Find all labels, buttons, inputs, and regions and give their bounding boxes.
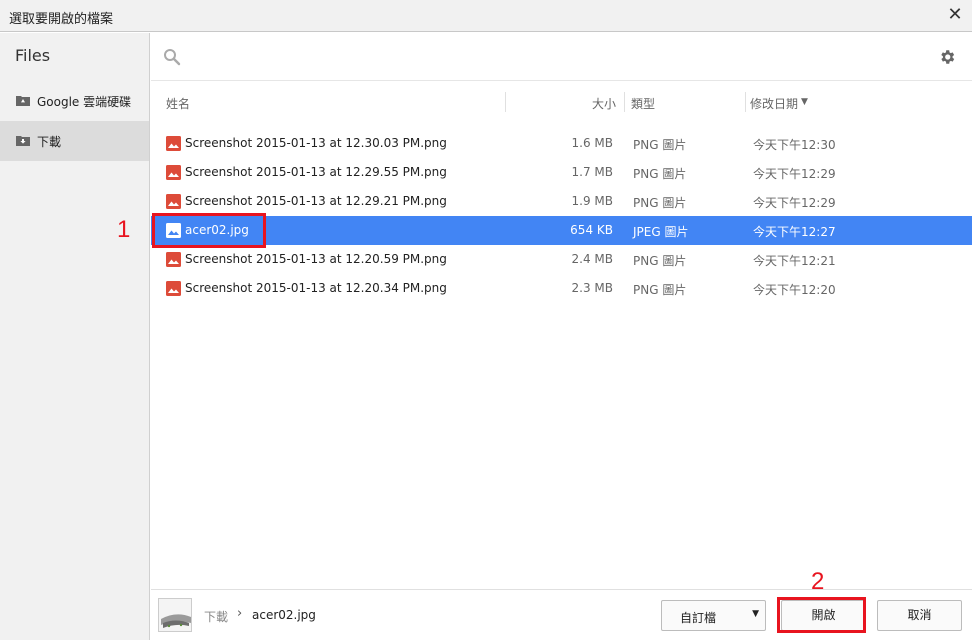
file-name: Screenshot 2015-01-13 at 12.20.59 PM.png [185, 252, 447, 266]
file-row[interactable]: Screenshot 2015-01-13 at 12.20.59 PM.png… [151, 245, 972, 274]
column-name[interactable]: 姓名 [166, 95, 190, 112]
sidebar-item-google-drive[interactable]: Google 雲端硬碟 [0, 81, 149, 121]
file-name: Screenshot 2015-01-13 at 12.30.03 PM.png [185, 136, 447, 150]
file-type: PNG 圖片 [633, 196, 687, 210]
file-row[interactable]: Screenshot 2015-01-13 at 12.30.03 PM.png… [151, 129, 972, 158]
breadcrumb-separator-icon: › [237, 606, 243, 621]
file-type: PNG 圖片 [633, 254, 687, 268]
file-date: 今天下午12:29 [753, 167, 836, 181]
image-file-icon [166, 136, 181, 151]
title-bar: 選取要開啟的檔案 ✕ [0, 0, 972, 32]
window-title: 選取要開啟的檔案 [9, 12, 114, 27]
file-type: PNG 圖片 [633, 283, 687, 297]
image-file-icon [166, 281, 181, 296]
file-size: 2.4 MB [571, 252, 613, 266]
file-type: PNG 圖片 [633, 138, 687, 152]
column-divider [624, 92, 625, 112]
sort-desc-icon: ▼ [801, 97, 808, 107]
file-size: 1.6 MB [571, 136, 613, 150]
column-divider [505, 92, 506, 112]
thumbnail-image [159, 599, 191, 631]
file-list: Screenshot 2015-01-13 at 12.30.03 PM.png… [151, 129, 972, 303]
annotation-box-2 [777, 597, 866, 633]
file-size: 654 KB [570, 223, 613, 237]
search-bar [151, 33, 972, 81]
downloads-folder-icon [16, 136, 30, 146]
file-type-filter-select[interactable]: 自訂檔 ▼ [661, 600, 766, 631]
column-size[interactable]: 大小 [592, 95, 616, 112]
file-size: 1.7 MB [571, 165, 613, 179]
annotation-marker-1: 1 [117, 216, 131, 243]
file-size: 1.9 MB [571, 194, 613, 208]
search-icon[interactable] [163, 48, 181, 66]
image-file-icon [166, 165, 181, 180]
cancel-button[interactable]: 取消 [877, 600, 962, 631]
file-date: 今天下午12:30 [753, 138, 836, 152]
breadcrumb-folder[interactable]: 下載 [204, 608, 228, 625]
file-thumbnail [158, 598, 192, 632]
file-name: Screenshot 2015-01-13 at 12.20.34 PM.png [185, 281, 447, 295]
sidebar-item-downloads[interactable]: 下載 [0, 121, 149, 161]
sidebar: Files Google 雲端硬碟 下載 [0, 33, 150, 640]
file-size: 2.3 MB [571, 281, 613, 295]
sidebar-item-label: 下載 [37, 135, 62, 149]
file-type: JPEG 圖片 [633, 225, 689, 239]
image-file-icon [166, 194, 181, 209]
file-date: 今天下午12:21 [753, 254, 836, 268]
annotation-marker-2: 2 [811, 568, 825, 595]
file-date: 今天下午12:29 [753, 196, 836, 210]
column-divider [745, 92, 746, 112]
column-header: 姓名 大小 類型 修改日期 ▼ [151, 82, 972, 122]
file-name: Screenshot 2015-01-13 at 12.29.21 PM.png [185, 194, 447, 208]
drive-icon [16, 96, 30, 106]
image-file-icon [166, 252, 181, 267]
sidebar-item-label: Google 雲端硬碟 [37, 95, 132, 109]
app-name: Files [15, 46, 51, 65]
column-date[interactable]: 修改日期 [750, 95, 798, 112]
file-row[interactable]: Screenshot 2015-01-13 at 12.29.21 PM.png… [151, 187, 972, 216]
close-icon[interactable]: ✕ [946, 6, 964, 24]
file-list-panel: 姓名 大小 類型 修改日期 ▼ Screenshot 2015-01-13 at… [151, 33, 972, 589]
chevron-down-icon: ▼ [752, 609, 759, 619]
file-row-selected[interactable]: acer02.jpg 654 KB JPEG 圖片 今天下午12:27 [151, 216, 972, 245]
file-row[interactable]: Screenshot 2015-01-13 at 12.20.34 PM.png… [151, 274, 972, 303]
file-date: 今天下午12:27 [753, 225, 836, 239]
file-row[interactable]: Screenshot 2015-01-13 at 12.29.55 PM.png… [151, 158, 972, 187]
gear-icon[interactable] [938, 48, 956, 66]
annotation-box-1 [152, 213, 266, 248]
breadcrumb-file: acer02.jpg [252, 608, 316, 622]
filter-value: 自訂檔 [680, 611, 717, 625]
file-name: Screenshot 2015-01-13 at 12.29.55 PM.png [185, 165, 447, 179]
file-date: 今天下午12:20 [753, 283, 836, 297]
file-type: PNG 圖片 [633, 167, 687, 181]
column-type[interactable]: 類型 [631, 95, 655, 112]
